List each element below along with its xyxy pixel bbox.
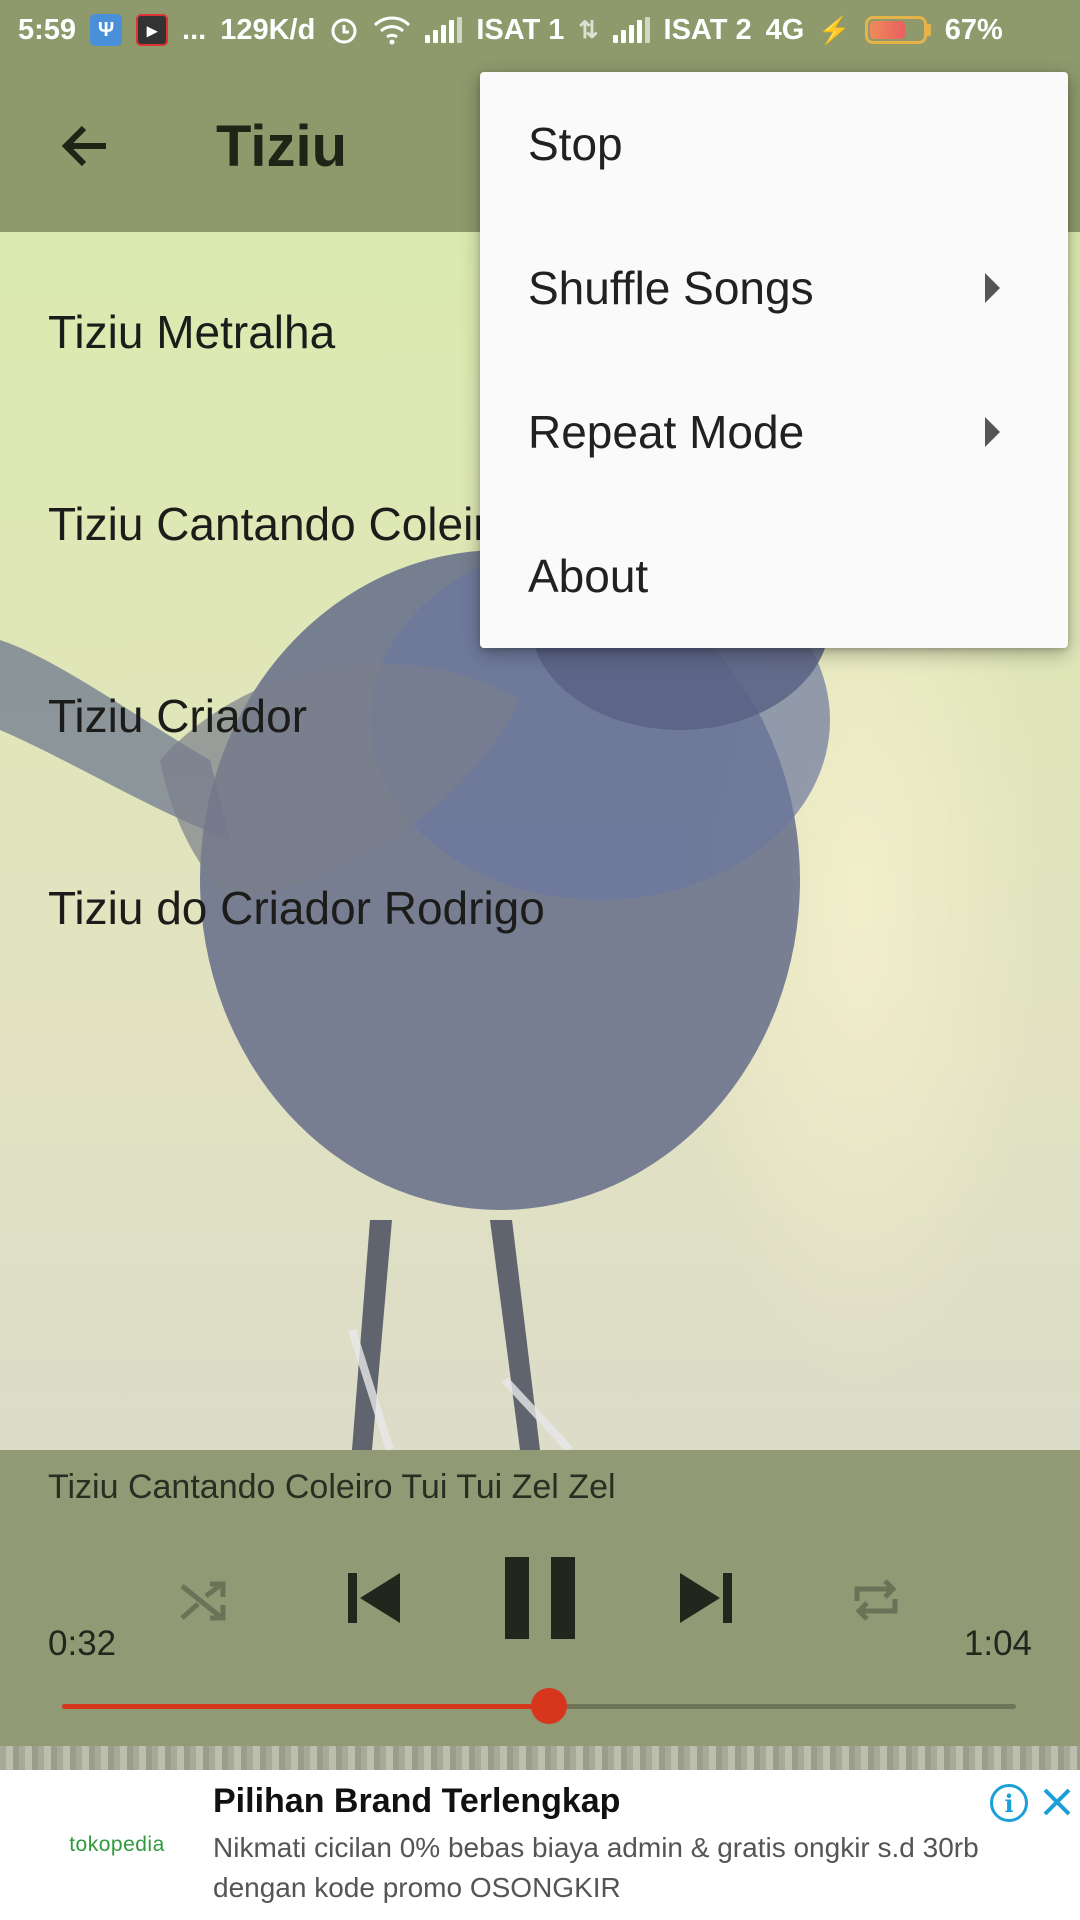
menu-item-repeat-mode[interactable]: Repeat Mode [480, 360, 1068, 504]
overflow-menu: Stop Shuffle Songs Repeat Mode About [480, 72, 1068, 648]
seek-thumb[interactable] [530, 1688, 567, 1724]
seek-bar[interactable] [62, 1688, 1016, 1724]
player-panel: Tiziu Cantando Coleiro Tui Tui Zel Zel 0… [0, 1450, 1080, 1746]
repeat-icon [854, 1579, 898, 1621]
total-duration: 1:04 [963, 1624, 1032, 1663]
menu-item-shuffle-songs[interactable]: Shuffle Songs [480, 216, 1068, 360]
media-notification-icon: ▸ [136, 14, 169, 46]
page-title: Tiziu [216, 113, 348, 179]
close-icon [1043, 1788, 1071, 1816]
network-speed: 129K/d [220, 13, 316, 46]
network-type: 4G [765, 13, 805, 46]
next-button[interactable] [672, 1558, 742, 1638]
charging-icon: ⚡ [818, 14, 851, 45]
ad-info-icon[interactable]: i [990, 1784, 1028, 1822]
more-notifications-indicator: ... [182, 13, 207, 46]
previous-button[interactable] [338, 1558, 408, 1638]
skip-next-icon [680, 1573, 732, 1623]
elapsed-time: 0:32 [48, 1624, 117, 1663]
submenu-arrow-icon [985, 417, 1000, 447]
ad-title[interactable]: Pilihan Brand Terlengkap [213, 1782, 620, 1821]
menu-item-label: Repeat Mode [528, 406, 805, 458]
shuffle-button[interactable] [172, 1568, 236, 1632]
arrow-left-icon [61, 125, 106, 167]
pause-icon [505, 1557, 575, 1639]
background-strip [0, 1746, 1080, 1770]
sim2-label: ISAT 2 [663, 13, 752, 46]
skip-previous-icon [348, 1573, 400, 1623]
alarm-icon [329, 15, 359, 45]
list-item[interactable]: Tiziu Criador [0, 620, 1080, 812]
pause-button[interactable] [498, 1550, 582, 1646]
signal-sim1-icon [425, 17, 463, 43]
ad-brand-logo[interactable]: tokopedia [40, 1770, 194, 1920]
submenu-arrow-icon [985, 273, 1000, 303]
menu-item-about[interactable]: About [480, 504, 1068, 648]
sim1-label: ISAT 1 [476, 13, 565, 46]
status-time: 5:59 [18, 13, 77, 46]
usb-icon: Ψ [90, 14, 123, 46]
list-item[interactable]: Tiziu do Criador Rodrigo [0, 812, 1080, 1004]
shuffle-icon [180, 1581, 226, 1621]
menu-item-label: Shuffle Songs [528, 262, 814, 314]
ad-close-button[interactable] [1037, 1782, 1077, 1822]
status-bar: 5:59 Ψ ▸ ... 129K/d ISAT 1 ⇅ ISAT 2 4G ⚡… [0, 0, 1080, 60]
ad-description: Nikmati cicilan 0% bebas biaya admin & g… [213, 1832, 979, 1903]
now-playing-title: Tiziu Cantando Coleiro Tui Tui Zel Zel [48, 1468, 616, 1506]
data-transfer-icon: ⇅ [578, 16, 599, 44]
signal-sim2-icon [612, 17, 650, 43]
repeat-button[interactable] [844, 1568, 908, 1632]
battery-icon [864, 16, 931, 44]
back-button[interactable] [30, 91, 140, 201]
menu-item-label: About [528, 550, 649, 602]
ad-banner[interactable]: tokopedia Pilihan Brand Terlengkap Nikma… [0, 1770, 1080, 1920]
menu-item-stop[interactable]: Stop [480, 72, 1068, 216]
seek-progress [62, 1704, 549, 1709]
wifi-icon [373, 15, 411, 45]
menu-item-label: Stop [528, 118, 623, 170]
battery-percent: 67% [944, 13, 1003, 46]
